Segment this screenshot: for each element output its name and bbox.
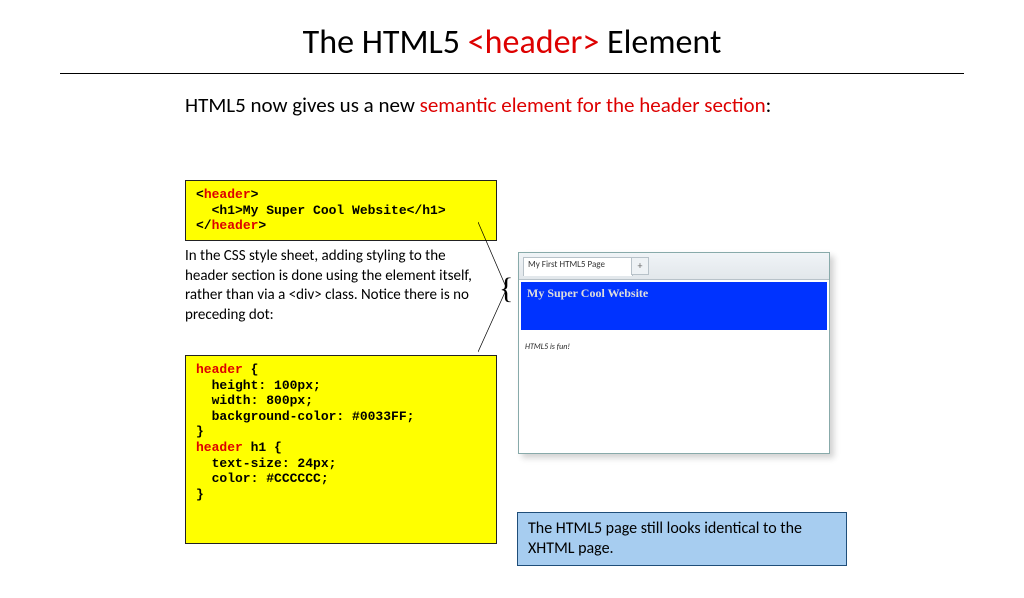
- rendered-header-text: My Super Cool Website: [527, 286, 821, 301]
- title-divider: [60, 73, 964, 74]
- browser-preview: My First HTML5 Page + My Super Cool Webs…: [518, 252, 830, 454]
- subtitle: HTML5 now gives us a new semantic elemen…: [185, 92, 1024, 118]
- title-pre: The HTML5: [303, 22, 468, 63]
- rendered-body-text: HTML5 is fun!: [519, 330, 829, 364]
- subtitle-pre: HTML5 now gives us a new: [185, 92, 420, 118]
- title-post: Element: [599, 22, 721, 63]
- plus-icon: +: [631, 257, 649, 275]
- subtitle-red: semantic element for the header section: [420, 92, 766, 118]
- title-red: <header>: [468, 22, 600, 63]
- subtitle-post: :: [766, 92, 772, 118]
- slide-title: The HTML5 <header> Element: [0, 22, 1024, 63]
- explanation-text: In the CSS style sheet, adding styling t…: [185, 247, 485, 325]
- html-code-box: <header> <h1>My Super Cool Website</h1> …: [185, 180, 497, 241]
- browser-tab: My First HTML5 Page: [523, 257, 633, 276]
- rendered-header: My Super Cool Website: [521, 282, 827, 330]
- browser-tabbar: My First HTML5 Page +: [519, 253, 829, 280]
- brace-icon: {: [499, 274, 513, 304]
- css-code-box: header { height: 100px; width: 800px; ba…: [185, 355, 497, 544]
- footer-note: The HTML5 page still looks identical to …: [517, 512, 847, 566]
